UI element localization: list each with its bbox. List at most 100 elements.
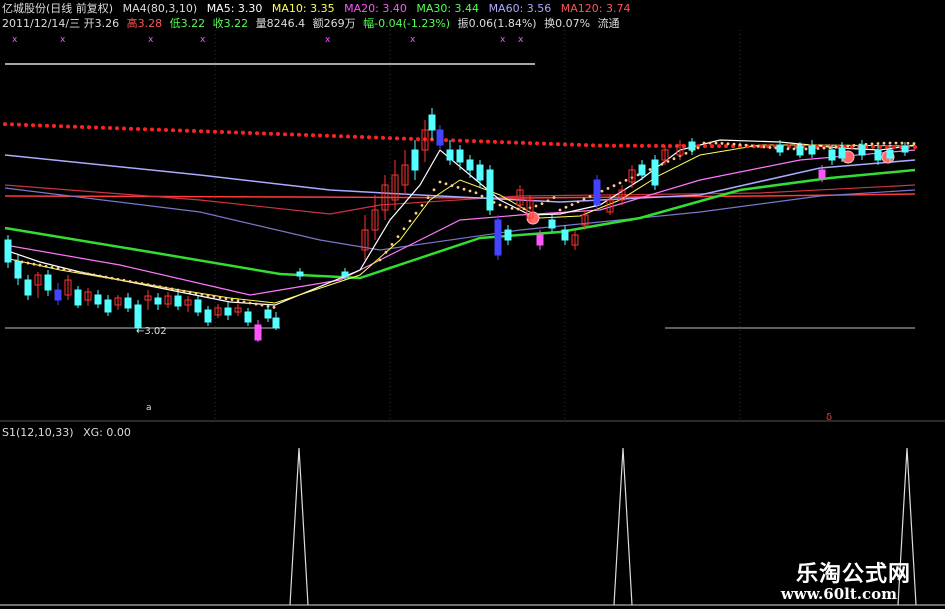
signal-dot [236,299,240,303]
ma4-dot [647,143,651,148]
signal-dot [498,203,502,207]
signal-dot [122,278,126,282]
signal-dot [600,189,604,193]
ma4-dot [451,138,455,143]
signal-dot [104,275,108,279]
signal-dot [248,301,252,305]
candle-body [776,144,784,153]
watermark-title: 乐淘公式网 [795,561,911,587]
signal-dot [272,305,276,309]
candle-body [486,169,494,211]
signal-dot [390,243,394,246]
ma4-dot [297,132,301,137]
ma4-dot [164,127,168,132]
signal-dot [540,202,544,206]
signal-dot [402,227,406,231]
candle-body [818,169,826,179]
signal-dot [510,207,514,210]
ma4-dot [73,124,77,129]
ma4-dot [94,125,98,130]
signal-dot [50,265,54,269]
ma4-dot [703,144,707,149]
signal-dot [870,142,874,146]
ma4-dot [556,142,560,147]
small-marker: a [146,403,152,413]
kline-chart[interactable]: xxxxxxxx δa [0,0,945,609]
candle-body [411,149,419,171]
indicator-xg: XG: 0.00 [83,426,131,439]
signal-spike [613,447,633,606]
ma4-dot [395,136,399,141]
ma4-dot [115,126,119,131]
signal-dot [852,144,856,147]
signal-dot [254,302,258,306]
signal-dot [206,294,210,297]
ma4-dot [605,143,609,148]
signal-dot [80,271,84,275]
marker-x: x [518,35,524,45]
signal-dot [110,276,114,280]
signal-dot [134,281,138,284]
signal-dot [414,211,418,215]
signal-dot [894,141,898,145]
signal-dot [438,180,442,184]
ma4-dot [640,143,644,148]
signal-dot [822,146,826,150]
signal-dot [182,289,186,293]
ma90-line [4,184,916,215]
ma4-dot [535,141,539,146]
marker-x: x [200,35,206,45]
ma4-dot [633,143,637,148]
ma4-dot [318,133,322,138]
candle-body [204,309,212,323]
marker-x: x [60,35,66,45]
signal-dot [504,205,508,209]
signal-dot [384,250,388,254]
signal-dot [756,145,760,148]
signal-dot [468,189,472,193]
candle-body [94,294,102,305]
ma4-dot [234,130,238,135]
signal-dot [876,142,880,145]
ma4-dot [479,139,483,144]
ma4-dot [367,135,371,140]
ma4-dot [584,143,588,148]
signal-dot [194,291,198,295]
ma4-dot [220,130,224,135]
ma4-dot [759,144,763,149]
signal-dot [450,184,454,188]
ma20-line [4,149,916,296]
candle-body [134,304,142,329]
candle-body [808,145,816,155]
ma4-dot [269,131,273,136]
candle-body [688,141,696,151]
signal-dot [176,288,180,292]
ma4-dot [80,124,84,129]
signal-dot [56,267,60,270]
ma4-dot [108,125,112,130]
signal-dot [200,292,204,296]
ma4-dot [339,134,343,139]
ma4-dot [192,128,196,133]
ma4-dot [409,136,413,141]
signal-dot [786,147,790,151]
candle-body [74,289,82,306]
signal-dot [900,141,904,145]
ma4-dot [549,141,553,146]
ma4-dot [598,143,602,148]
ma4-dot [360,135,364,140]
signal-dot [432,188,436,192]
low-price-label: ←3.02 [136,326,167,337]
candle-body [14,261,22,279]
candle-body [828,149,836,161]
ma4-dot [346,134,350,139]
candle-body [24,279,32,296]
signal-dot [62,268,66,271]
ma4-dot [913,145,917,149]
signal-dot [582,197,586,201]
signal-dot [660,162,664,166]
candle-body [194,299,202,313]
watermark-url: www.60lt.com [780,585,897,603]
ma4-dot [514,140,518,145]
ma4-dot [528,141,532,146]
